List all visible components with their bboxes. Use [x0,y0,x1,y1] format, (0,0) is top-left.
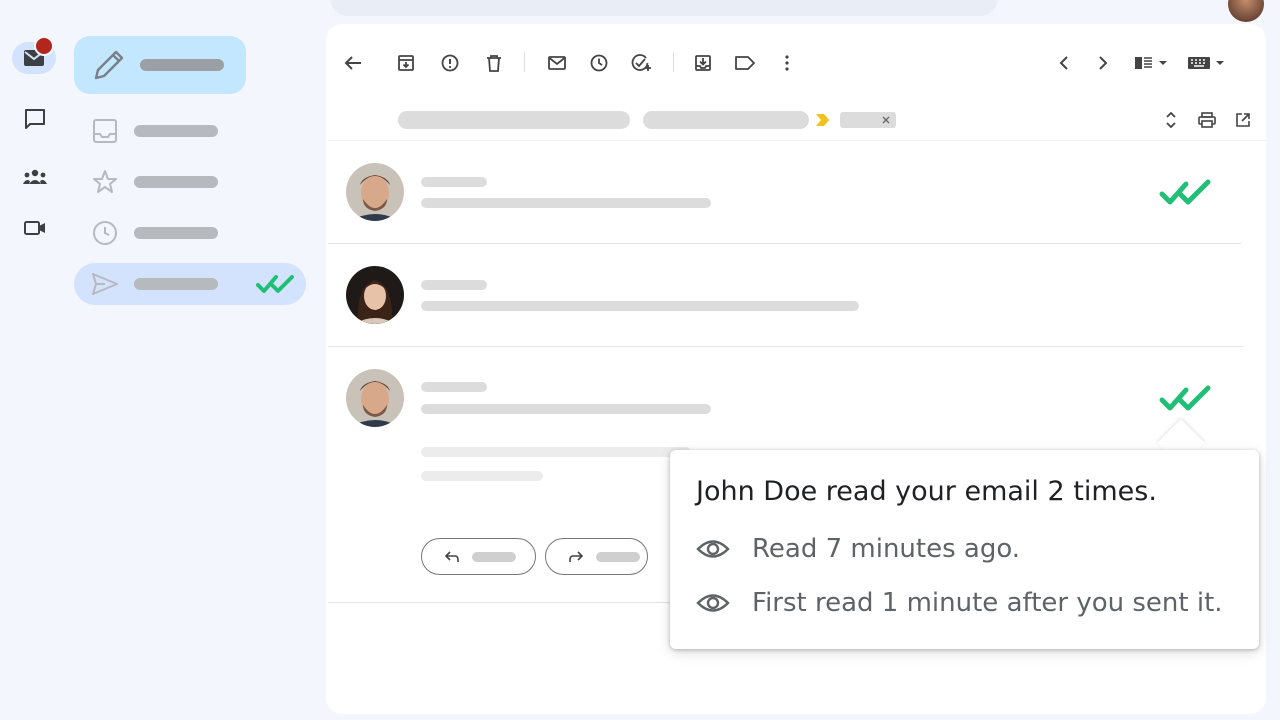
message-divider [328,346,1243,347]
nav-item-sent[interactable] [74,263,306,305]
nav-label [134,227,218,239]
eye-icon [696,540,730,558]
subject-placeholder [643,111,809,129]
forward-icon [569,550,584,562]
send-icon [90,269,120,299]
tooltip-line-text: First read 1 minute after you sent it. [752,588,1223,618]
message-divider [328,602,688,603]
snippet-placeholder [421,404,711,414]
more-icon[interactable] [774,50,800,76]
tooltip-title: John Doe read your email 2 times. [696,476,1157,507]
forward-label [596,551,640,562]
next-icon[interactable] [1090,50,1116,76]
label-chip[interactable] [840,112,896,128]
double-check-icon [1159,179,1211,205]
tooltip-line-text: Read 7 minutes ago. [752,534,1021,564]
snooze-icon[interactable] [586,50,612,76]
report-spam-icon[interactable] [437,50,463,76]
meet-icon[interactable] [22,215,48,241]
search-bar[interactable] [330,0,998,16]
sender-placeholder [421,177,487,187]
open-new-window-icon[interactable] [1230,107,1256,133]
clock-icon [90,218,120,248]
body-placeholder [421,471,543,481]
tooltip-line-first-read: First read 1 minute after you sent it. [696,588,1223,618]
split-pane-icon[interactable] [1132,50,1172,76]
compose-button[interactable] [74,36,246,94]
sender-placeholder [421,280,487,290]
inbox-icon [90,116,120,146]
mark-unread-icon[interactable] [544,50,570,76]
message-divider [328,243,1241,244]
nav-item-starred[interactable] [74,161,306,203]
double-check-icon [256,275,294,293]
prev-icon[interactable] [1051,50,1077,76]
delete-icon[interactable] [481,50,507,76]
star-icon [90,167,120,197]
double-check-icon [1159,385,1211,411]
nav-panel [68,0,326,720]
avatar [346,266,404,324]
snippet-placeholder [421,301,859,311]
sender-placeholder [421,382,487,392]
avatar [346,369,404,427]
read-receipt-tooltip: John Doe read your email 2 times. Read 7… [670,450,1259,649]
nav-label [134,176,218,188]
tooltip-line-read: Read 7 minutes ago. [696,534,1020,564]
nav-label [134,125,218,137]
reply-button[interactable] [421,538,536,575]
toolbar-divider [673,52,674,72]
label-icon[interactable] [732,50,758,76]
subject-placeholder [398,111,630,129]
nav-item-inbox[interactable] [74,110,306,152]
reply-icon [444,550,459,562]
notification-badge [34,36,54,56]
body-placeholder [421,447,691,457]
eye-icon [696,594,730,612]
print-icon[interactable] [1194,107,1220,133]
header-divider [328,140,1266,141]
snippet-placeholder [421,198,711,208]
archive-icon[interactable] [393,50,419,76]
app-rail [0,0,68,720]
expand-all-icon[interactable] [1158,107,1184,133]
move-to-icon[interactable] [690,50,716,76]
chat-icon[interactable] [22,106,48,132]
close-icon[interactable] [882,116,890,124]
nav-label [134,278,218,290]
keyboard-icon[interactable] [1186,50,1228,76]
pencil-icon [94,50,124,80]
spaces-icon[interactable] [22,164,48,190]
back-arrow-icon[interactable] [340,50,366,76]
compose-label [140,59,224,71]
importance-marker-icon [816,114,829,126]
toolbar-divider [524,52,525,72]
nav-item-snoozed[interactable] [74,212,306,254]
avatar[interactable] [1228,0,1264,22]
reply-label [472,551,516,562]
forward-button[interactable] [545,538,648,575]
avatar [346,163,404,221]
add-task-icon[interactable] [628,50,654,76]
